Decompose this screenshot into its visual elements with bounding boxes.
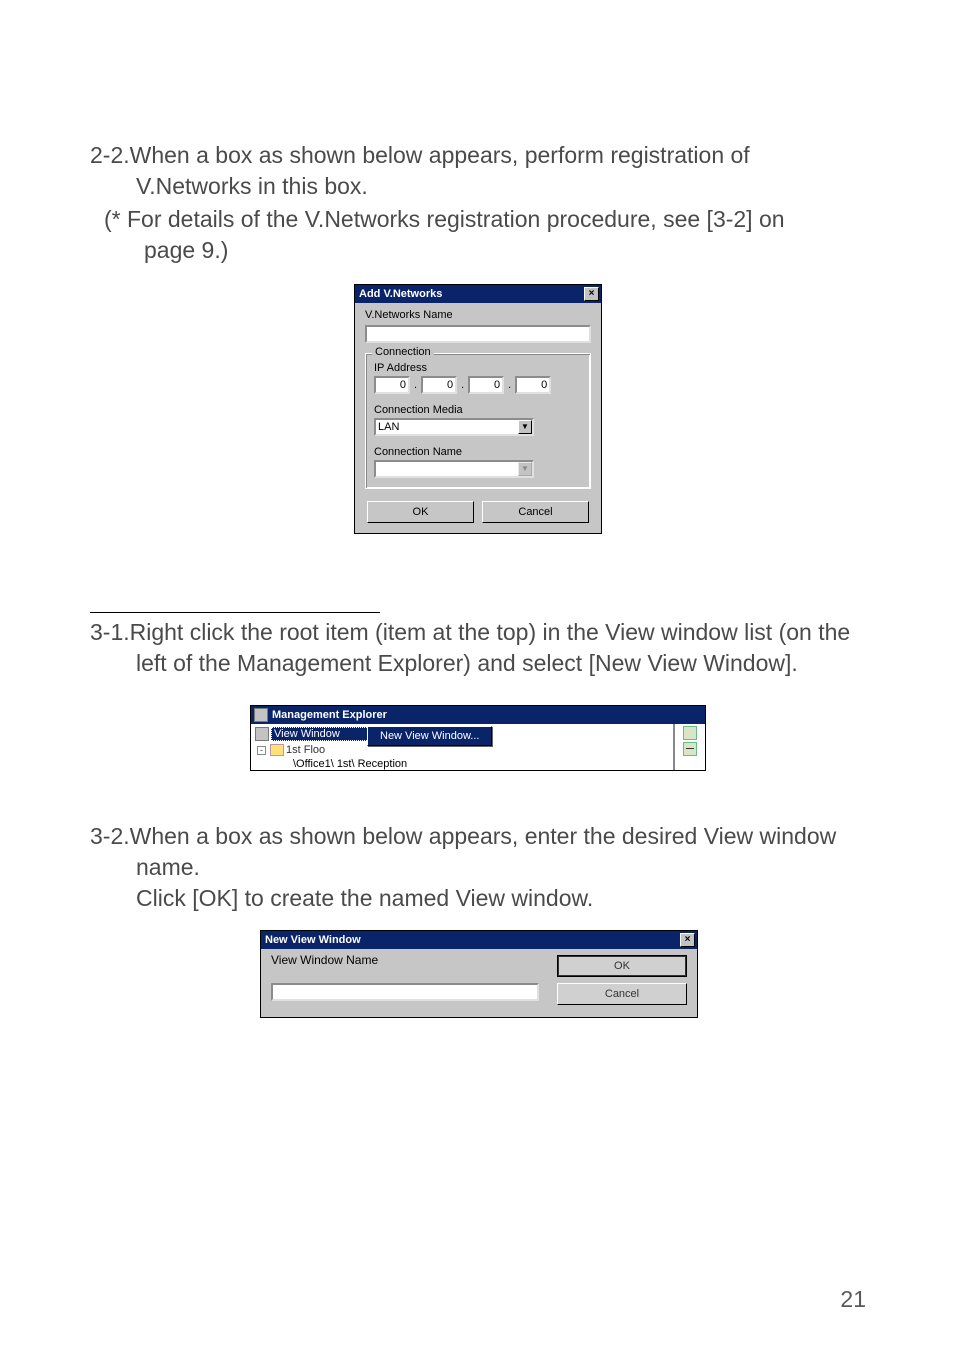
ok-button[interactable]: OK [367,501,474,523]
vnetworks-name-label: V.Networks Name [365,309,591,321]
ip-octet-2[interactable] [421,376,457,394]
panel-icon [683,726,697,740]
new-view-window-dialog: New View Window × View Window Name OK Ca… [260,930,698,1018]
tree-child-label[interactable]: 1st Floo [286,744,325,756]
connection-media-label: Connection Media [374,404,582,416]
tree-root-label: View Window [274,728,340,740]
folder-icon [270,744,284,756]
tree-collapse-icon[interactable] [683,742,697,756]
ip-octet-3[interactable] [468,376,504,394]
close-icon[interactable]: × [584,287,599,301]
window-titlebar: Management Explorer [251,706,705,724]
page-number: 21 [840,1286,866,1313]
para-3-2-line2: Click [OK] to create the named View wind… [90,883,866,914]
para-3-2-line1: 3-2.When a box as shown below appears, e… [90,821,866,883]
dialog-title: Add V.Networks [359,288,442,300]
para-2-2-note2: page 9.) [90,235,866,266]
para-2-2-note: (* For details of the V.Networks registr… [90,204,866,235]
cancel-button[interactable]: Cancel [482,501,589,523]
context-menu: New View Window... [367,726,492,746]
add-vnetworks-dialog: Add V.Networks × V.Networks Name Connect… [354,284,602,534]
ip-address-label: IP Address [374,362,582,374]
management-explorer-window: Management Explorer View Window - 1st Fl… [250,705,706,771]
tree-root-icon [255,727,269,741]
view-window-name-input[interactable] [271,983,539,1001]
window-title: Management Explorer [272,709,387,721]
connection-group-label: Connection [372,346,434,358]
section-divider [90,612,380,613]
ip-octet-1[interactable] [374,376,410,394]
ok-button[interactable]: OK [557,955,687,977]
ip-octet-4[interactable] [515,376,551,394]
dialog-titlebar: New View Window × [261,931,697,949]
dialog-titlebar: Add V.Networks × [355,285,601,303]
chevron-down-icon[interactable]: ▼ [518,420,532,434]
menu-new-view-window[interactable]: New View Window... [368,727,491,745]
cancel-button[interactable]: Cancel [557,983,687,1005]
tree-collapse-icon[interactable]: - [257,746,266,755]
dialog-title: New View Window [265,934,361,946]
tree-cutoff-text: \Office1\ 1st\ Reception [253,758,671,770]
vnetworks-name-input[interactable] [365,325,591,343]
chevron-down-icon: ▼ [518,462,532,476]
connection-group: Connection IP Address . . . Connection M… [365,353,591,489]
para-2-2-line1: 2-2.When a box as shown below appears, p… [90,140,866,202]
connection-media-select[interactable] [374,418,534,436]
right-pane [673,724,705,770]
connection-name-select[interactable] [374,460,534,478]
close-icon[interactable]: × [680,933,695,947]
para-3-1: 3-1.Right click the root item (item at t… [90,617,866,679]
app-icon [254,708,268,722]
connection-name-label: Connection Name [374,446,582,458]
view-window-name-label: View Window Name [271,953,539,967]
